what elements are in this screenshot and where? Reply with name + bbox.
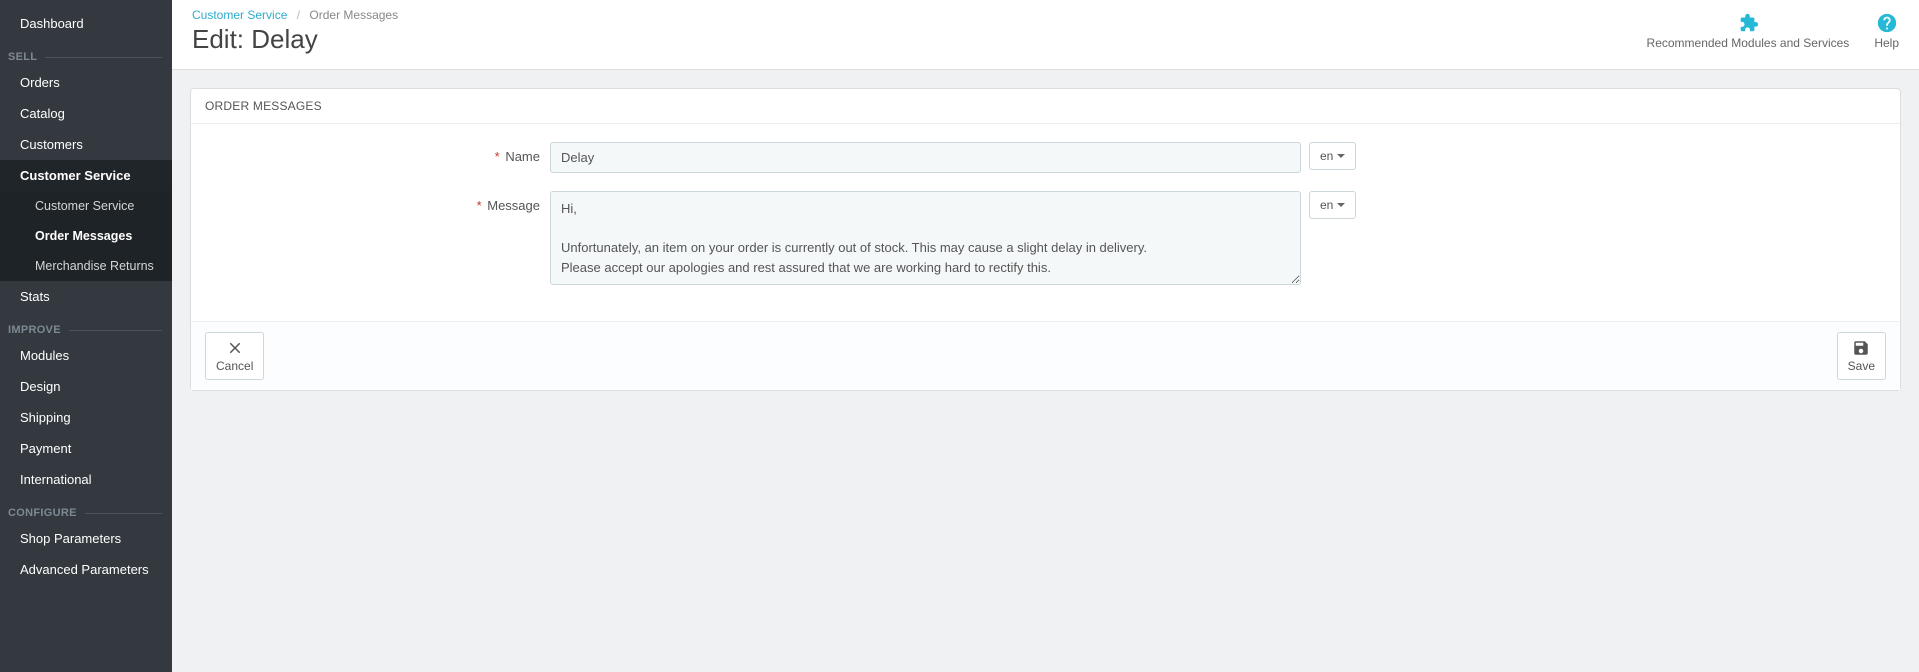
sidebar-category-configure: CONFIGURE xyxy=(0,495,172,523)
name-input[interactable] xyxy=(550,142,1301,173)
sidebar-item-international[interactable]: International xyxy=(0,464,172,495)
save-icon xyxy=(1852,339,1870,357)
message-label: * Message xyxy=(205,191,550,213)
message-language-selector[interactable]: en xyxy=(1309,191,1356,219)
name-label: * Name xyxy=(205,142,550,164)
sidebar-subitem-customer-service[interactable]: Customer Service xyxy=(0,191,172,221)
breadcrumb-parent[interactable]: Customer Service xyxy=(192,8,287,22)
breadcrumb-separator: / xyxy=(291,8,306,22)
form-row-name: * Name en xyxy=(205,142,1886,173)
sidebar-item-shipping[interactable]: Shipping xyxy=(0,402,172,433)
breadcrumb-current: Order Messages xyxy=(309,8,398,22)
recommended-modules-button[interactable]: Recommended Modules and Services xyxy=(1647,12,1850,50)
sidebar-subitem-merchandise-returns[interactable]: Merchandise Returns xyxy=(0,251,172,281)
sidebar-submenu-customer-service: Customer Service Order Messages Merchand… xyxy=(0,191,172,281)
form-row-message: * Message en xyxy=(205,191,1886,285)
sidebar-item-dashboard[interactable]: Dashboard xyxy=(0,8,172,39)
sidebar: Dashboard SELL Orders Catalog Customers … xyxy=(0,0,172,672)
sidebar-item-advanced-parameters[interactable]: Advanced Parameters xyxy=(0,554,172,585)
cancel-button[interactable]: Cancel xyxy=(205,332,264,380)
sidebar-item-stats[interactable]: Stats xyxy=(0,281,172,312)
chevron-down-icon xyxy=(1337,203,1345,207)
sidebar-item-design[interactable]: Design xyxy=(0,371,172,402)
page-header: Customer Service / Order Messages Edit: … xyxy=(172,0,1919,70)
sidebar-subitem-order-messages[interactable]: Order Messages xyxy=(0,221,172,251)
sidebar-item-customers[interactable]: Customers xyxy=(0,129,172,160)
sidebar-category-sell: SELL xyxy=(0,39,172,67)
name-language-selector[interactable]: en xyxy=(1309,142,1356,170)
help-icon xyxy=(1876,12,1898,34)
sidebar-item-shop-parameters[interactable]: Shop Parameters xyxy=(0,523,172,554)
sidebar-item-payment[interactable]: Payment xyxy=(0,433,172,464)
help-button[interactable]: Help xyxy=(1874,12,1899,50)
panel-footer: Cancel Save xyxy=(191,321,1900,390)
breadcrumb: Customer Service / Order Messages xyxy=(192,8,1899,22)
recommended-modules-label: Recommended Modules and Services xyxy=(1647,36,1850,50)
save-button[interactable]: Save xyxy=(1837,332,1886,380)
panel-heading: ORDER MESSAGES xyxy=(191,89,1900,124)
help-label: Help xyxy=(1874,36,1899,50)
message-textarea[interactable] xyxy=(550,191,1301,285)
sidebar-category-improve: IMPROVE xyxy=(0,312,172,340)
close-icon xyxy=(226,339,244,357)
puzzle-icon xyxy=(1736,12,1760,34)
sidebar-item-orders[interactable]: Orders xyxy=(0,67,172,98)
sidebar-item-customer-service[interactable]: Customer Service xyxy=(0,160,172,191)
main-content: Customer Service / Order Messages Edit: … xyxy=(172,0,1919,672)
chevron-down-icon xyxy=(1337,154,1345,158)
page-title: Edit: Delay xyxy=(192,24,1899,55)
order-messages-panel: ORDER MESSAGES * Name en xyxy=(190,88,1901,391)
sidebar-item-modules[interactable]: Modules xyxy=(0,340,172,371)
sidebar-item-catalog[interactable]: Catalog xyxy=(0,98,172,129)
